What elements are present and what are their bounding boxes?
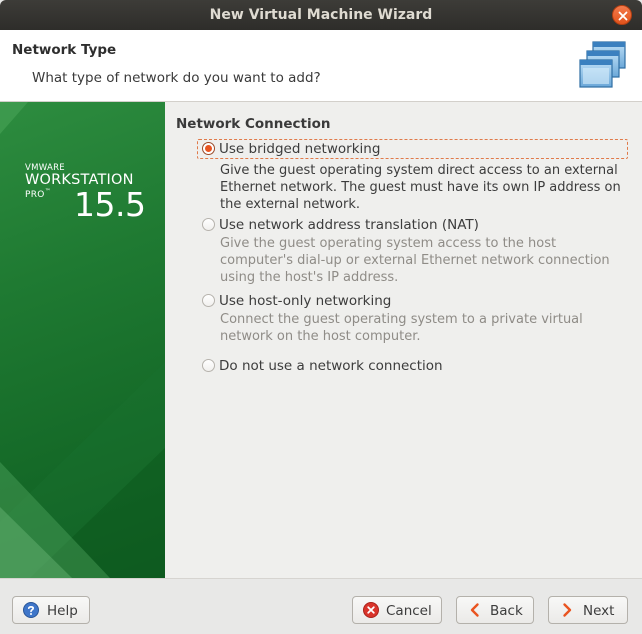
page-title: Network Type <box>12 42 117 58</box>
help-icon <box>23 602 39 618</box>
brand-version: 15.5 <box>74 185 146 224</box>
network-icon <box>579 41 626 88</box>
wizard-content: Network Connection Use bridged networkin… <box>165 102 642 578</box>
next-label: Next <box>583 603 615 619</box>
option-label: Do not use a network connection <box>219 358 443 374</box>
radio-host-only[interactable] <box>202 294 215 307</box>
option-description: Give the guest operating system access t… <box>220 236 610 285</box>
section-title: Network Connection <box>176 116 331 132</box>
wizard-header: Network Type What type of network do you… <box>0 30 642 102</box>
window-titlebar: New Virtual Machine Wizard <box>0 0 642 30</box>
radio-bridged[interactable] <box>202 142 215 155</box>
option-label: Use host-only networking <box>219 293 392 309</box>
option-label: Use bridged networking <box>219 141 381 157</box>
brand-sidebar: VMWARE WORKSTATION PRO™ 15.5 <box>0 102 165 578</box>
option-label: Use network address translation (NAT) <box>219 217 479 233</box>
help-label: Help <box>47 603 78 619</box>
cancel-icon <box>363 602 379 618</box>
help-button[interactable]: Help <box>12 596 90 624</box>
cancel-button[interactable]: Cancel <box>352 596 442 624</box>
radio-none[interactable] <box>202 359 215 372</box>
chevron-right-icon <box>563 603 572 617</box>
cancel-label: Cancel <box>386 603 432 619</box>
close-icon <box>618 11 628 21</box>
radio-nat[interactable] <box>202 218 215 231</box>
window-title: New Virtual Machine Wizard <box>209 7 433 23</box>
option-description: Connect the guest operating system to a … <box>220 312 583 344</box>
brand-edition: PRO™ <box>25 188 51 200</box>
chevron-left-icon <box>470 603 479 617</box>
wizard-footer: Help Cancel Back Next <box>0 578 642 634</box>
close-button[interactable] <box>612 5 632 25</box>
option-description: Give the guest operating system direct a… <box>220 163 621 212</box>
back-button[interactable]: Back <box>456 596 534 624</box>
back-label: Back <box>490 603 523 619</box>
page-subtitle: What type of network do you want to add? <box>32 70 321 86</box>
next-button[interactable]: Next <box>548 596 628 624</box>
